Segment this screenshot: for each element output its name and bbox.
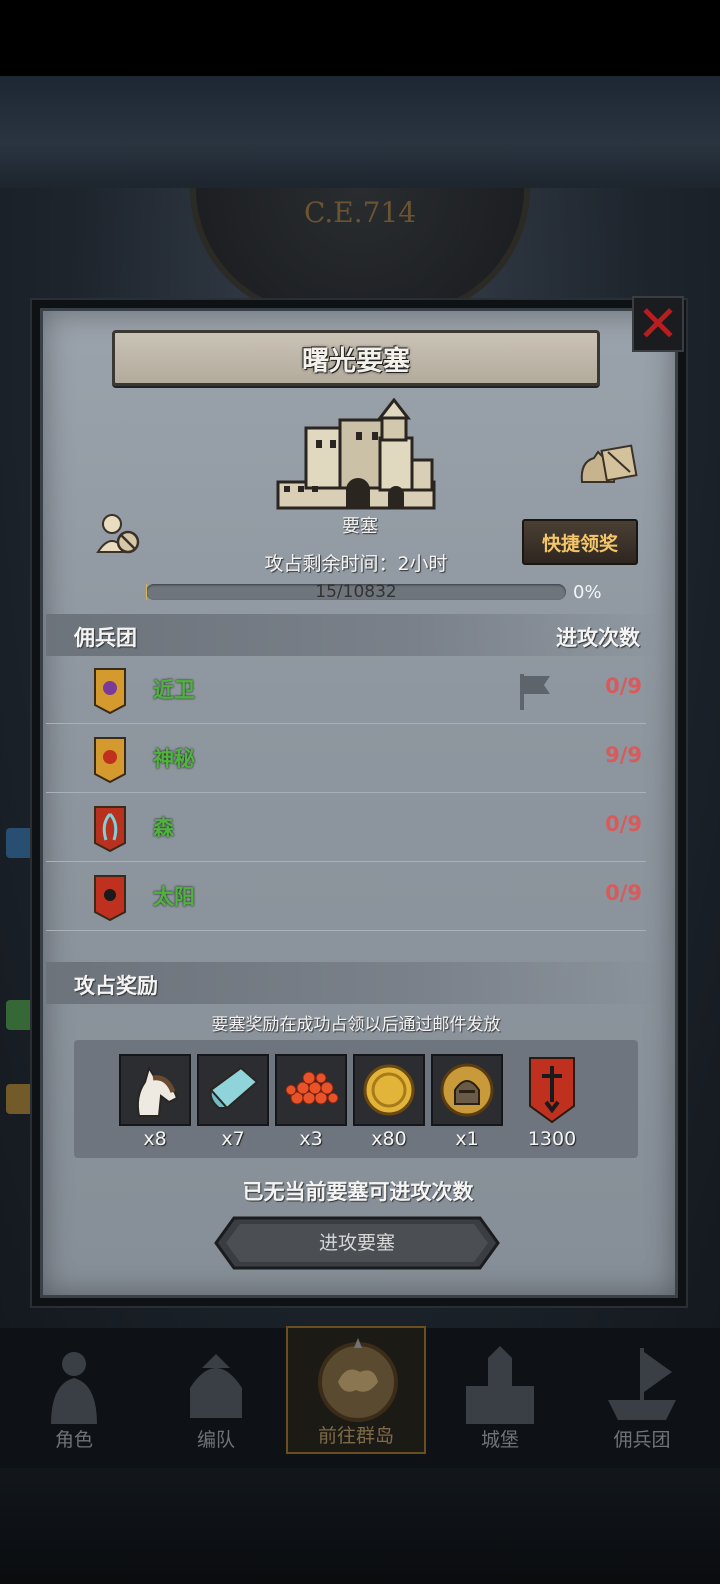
- guild-banner-icon: [529, 1057, 575, 1124]
- reward-slot[interactable]: [431, 1054, 503, 1126]
- nav-label: 编队: [196, 1429, 235, 1451]
- attack-count-column-label: 进攻次数: [556, 626, 640, 650]
- nav-label: 前往群岛: [317, 1425, 394, 1447]
- reward-count: x1: [455, 1128, 479, 1150]
- mercenary-name: 森: [153, 816, 174, 840]
- reward-count: x80: [371, 1128, 407, 1150]
- mercenary-row: 太阳 0/9: [46, 863, 646, 931]
- helmet-icon: [190, 1354, 242, 1418]
- reward-slot[interactable]: [197, 1054, 269, 1126]
- mercenary-row: 神秘 9/9: [46, 725, 646, 793]
- mercenary-row: 近卫 0/9: [46, 656, 646, 724]
- no-attacks-message: 已无当前要塞可进攻次数: [242, 1180, 474, 1204]
- horse-icon: [136, 1065, 179, 1117]
- flag-icon: [520, 674, 550, 710]
- nav-item-formation[interactable]: 编队: [146, 1334, 286, 1456]
- time-remaining: 攻占剩余时间：2小时: [264, 553, 448, 575]
- rewards-section-title: 攻占奖励: [74, 974, 158, 998]
- compass-map-icon: [318, 1338, 398, 1422]
- red-beads-icon: [285, 1071, 339, 1105]
- reward-note: 要塞奖励在成功占领以后通过邮件发放: [211, 1015, 501, 1035]
- mercenary-section-title: 佣兵团: [74, 626, 137, 650]
- status-bar: [0, 0, 720, 76]
- close-icon: ✕: [637, 295, 679, 353]
- cloth-icon: [209, 1066, 259, 1110]
- attack-count: 0/9: [605, 674, 642, 698]
- knight-icon: [51, 1352, 97, 1424]
- nav-item-islands[interactable]: 前往群岛: [286, 1326, 426, 1454]
- top-banner: [0, 76, 720, 188]
- sun-banner-gold-red-icon: [94, 737, 126, 783]
- close-button[interactable]: ✕: [632, 296, 684, 352]
- nav-item-castle[interactable]: 城堡: [430, 1334, 570, 1456]
- gold-coin-icon: [363, 1064, 415, 1116]
- dialog-title: 曙光要塞: [302, 345, 410, 377]
- attack-button-label: 进攻要塞: [318, 1232, 395, 1254]
- reward-slot[interactable]: [119, 1054, 191, 1126]
- mercenary-name: 神秘: [153, 747, 195, 771]
- reward-bags-icon[interactable]: [578, 436, 638, 486]
- reward-count: 1300: [527, 1128, 577, 1150]
- castle-icon: [466, 1346, 534, 1424]
- era-text: C.E.714: [303, 196, 417, 229]
- reward-slot[interactable]: [275, 1054, 347, 1126]
- reward-count: x7: [221, 1128, 245, 1150]
- nav-item-mercenaries[interactable]: 佣兵团: [572, 1334, 712, 1456]
- attack-count: 0/9: [605, 881, 642, 905]
- mercenary-name: 近卫: [153, 678, 195, 702]
- nav-label: 角色: [54, 1429, 93, 1451]
- sun-banner-gold-icon: [94, 668, 126, 714]
- bottom-bar: [0, 1468, 720, 1584]
- reward-count: x8: [143, 1128, 167, 1150]
- mercenary-row: 森 0/9: [46, 794, 646, 862]
- reward-count: x3: [299, 1128, 323, 1150]
- progress-percent: 0%: [573, 582, 602, 603]
- nav-item-character[interactable]: 角色: [4, 1334, 144, 1456]
- tree-banner-red-icon: [94, 806, 126, 852]
- attack-count: 9/9: [605, 743, 642, 767]
- nav-label: 城堡: [480, 1429, 519, 1451]
- nav-label: 佣兵团: [613, 1429, 671, 1451]
- helmet-icon: [440, 1063, 494, 1117]
- attack-count: 0/9: [605, 812, 642, 836]
- mercenary-name: 太阳: [153, 885, 195, 909]
- reward-slot[interactable]: [516, 1054, 588, 1126]
- title-plate: 曙光要塞: [112, 330, 600, 386]
- ship-icon: [608, 1348, 676, 1420]
- sun-banner-red-icon: [94, 875, 126, 921]
- reward-slot[interactable]: [353, 1054, 425, 1126]
- fortress-icon: [276, 398, 436, 510]
- progress-text: 15/10832: [315, 582, 397, 602]
